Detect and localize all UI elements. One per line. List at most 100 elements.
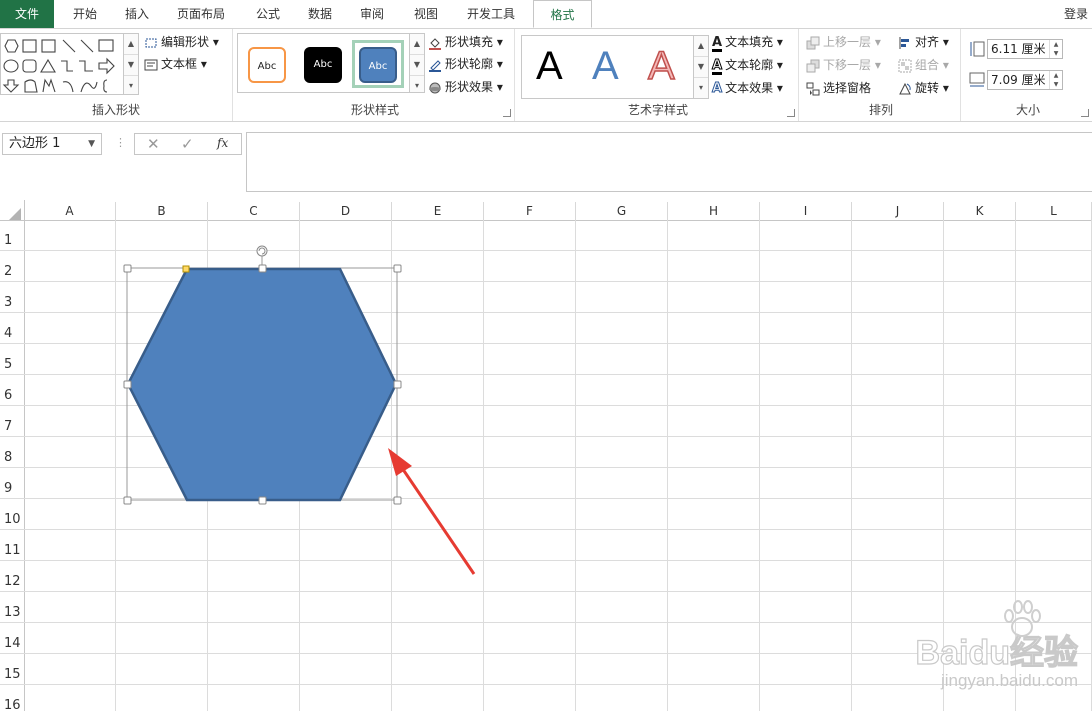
line-icon [62, 39, 76, 53]
text-box-button[interactable]: 文本框 ▾ [144, 55, 207, 73]
triangle-icon [40, 58, 56, 73]
shape-style-blue-fill[interactable]: Abc [359, 47, 397, 83]
tab-format[interactable]: 格式 [533, 0, 592, 28]
name-box[interactable]: 六边形 1 ▼ [2, 133, 102, 155]
group-button[interactable]: 组合 ▾ [898, 56, 949, 74]
vertical-textbox-icon [41, 39, 56, 53]
shape-height-icon [970, 41, 985, 57]
group-shape-styles: Abc Abc Abc ▲ ▼ ▾ 形状填充 ▾ 形状轮廓 ▾ 形状效果 ▾ 形状样… [236, 29, 515, 121]
right-arrow-icon [98, 57, 115, 75]
send-backward-button[interactable]: 下移一层 ▾ [806, 56, 881, 74]
text-effects-button[interactable]: A 文本效果 ▾ [711, 79, 782, 97]
rotate-label: 旋转 [915, 81, 940, 95]
group-icon [898, 59, 912, 72]
annotation-arrow [388, 448, 476, 575]
shape-fill-button[interactable]: 形状填充 ▾ [428, 33, 503, 51]
tab-formulas[interactable]: 公式 [244, 0, 292, 28]
text-outline-button[interactable]: A 文本轮廓 ▾ [711, 56, 783, 75]
shape-styles-gallery[interactable]: Abc Abc Abc ▲ ▼ ▾ [237, 33, 425, 93]
selection-pane-button[interactable]: 选择窗格 [806, 79, 871, 97]
insert-function-icon[interactable]: fx [217, 136, 228, 150]
group-label-arrange: 排列 [868, 103, 893, 117]
shape-height-input[interactable]: 6.11 厘米 ▲ ▼ [987, 39, 1063, 59]
paw-logo-icon [1003, 600, 1041, 637]
wordart-style-blue[interactable]: A [592, 42, 619, 90]
shape-outline-button[interactable]: 形状轮廓 ▾ [428, 55, 503, 73]
wordart-launcher[interactable] [787, 109, 795, 117]
shapes-gallery-scroll[interactable]: ▲ ▼ ▾ [123, 34, 138, 94]
align-icon [899, 36, 909, 49]
adjust-handle[interactable] [182, 265, 190, 273]
bring-forward-icon [806, 36, 820, 49]
arc-icon [62, 81, 74, 93]
group-arrange: 上移一层 ▾ 下移一层 ▾ 选择窗格 对齐 ▾ 组合 ▾ 旋转 ▾ 排列 [802, 29, 961, 121]
resize-handle-top-right [393, 264, 402, 273]
tab-developer[interactable]: 开发工具 [456, 0, 526, 28]
shape-width-input[interactable]: 7.09 厘米 ▲ ▼ [987, 70, 1063, 90]
resize-handle-right [393, 380, 402, 389]
shape-style-black-fill[interactable]: Abc [304, 47, 342, 83]
text-fill-button[interactable]: A 文本填充 ▾ [712, 33, 783, 52]
pen-icon [429, 59, 441, 72]
resize-handle-bottom-left [123, 496, 132, 505]
group-label-size: 大小 [1015, 103, 1040, 117]
shape-fill-label: 形状填充 [445, 35, 494, 49]
wordart-style-red-outline[interactable]: A [647, 42, 675, 90]
shapes-gallery[interactable]: ▲ ▼ ▾ [0, 33, 139, 95]
group-wordart-styles: A A A ▲ ▼ ▾ A 文本填充 ▾ A 文本轮廓 ▾ A 文本效果 ▾ 艺术字样式 [518, 29, 799, 121]
shape-height-spinner[interactable]: ▲ ▼ [1049, 40, 1062, 58]
align-label: 对齐 [915, 35, 940, 49]
tab-home[interactable]: 开始 [58, 0, 112, 28]
tab-review[interactable]: 审阅 [348, 0, 396, 28]
tab-file[interactable]: 文件 [0, 0, 54, 28]
rectangle-icon [98, 39, 114, 52]
group-insert-shapes: ▲ ▼ ▾ 编辑形状 ▾ 文本框 ▾ 插入形状 [0, 29, 233, 121]
edit-shape-icon [145, 38, 157, 47]
ribbon: ▲ ▼ ▾ 编辑形状 ▾ 文本框 ▾ 插入形状 Abc Abc Abc ▲ ▼ ▾ 形状… [0, 29, 1092, 122]
paint-bucket-icon [429, 37, 441, 50]
shape-styles-launcher[interactable] [503, 109, 511, 117]
oval-icon [3, 59, 19, 73]
shape-effects-label: 形状效果 [445, 80, 494, 94]
text-outline-label: 文本轮廓 [725, 58, 774, 72]
text-effects-label: 文本效果 [725, 81, 774, 95]
scribble-icon [42, 78, 56, 93]
shape-width-spinner[interactable]: ▲ ▼ [1049, 71, 1062, 89]
shape-styles-scroll[interactable]: ▲ ▼ ▾ [409, 34, 424, 92]
formula-input[interactable] [246, 132, 1092, 192]
worksheet-grid[interactable]: ABCDEFGHIJKL 1 2 3 4 5 6 7 8 9 10 11 12 13 14 15 16 [0, 200, 1092, 711]
name-box-dropdown-icon[interactable]: ▼ [88, 134, 95, 154]
edit-shape-button[interactable]: 编辑形状 ▾ [144, 33, 219, 51]
edit-shape-label: 编辑形状 [161, 35, 210, 49]
rotate-button[interactable]: 旋转 ▾ [898, 79, 949, 97]
wordart-gallery-scroll[interactable]: ▲ ▼ ▾ [693, 36, 708, 98]
tab-page-layout[interactable]: 页面布局 [168, 0, 234, 28]
tab-insert[interactable]: 插入 [112, 0, 162, 28]
rotation-handle-icon[interactable] [256, 245, 268, 257]
text-fill-icon: A [712, 35, 723, 52]
hexagon-shape[interactable] [126, 267, 398, 502]
resize-handle-top [258, 264, 267, 273]
shape-style-orange-outline[interactable]: Abc [248, 47, 286, 83]
shape-effects-button[interactable]: 形状效果 ▾ [428, 78, 503, 96]
shape-outline-label: 形状轮廓 [445, 57, 494, 71]
size-launcher[interactable] [1081, 109, 1089, 117]
align-button[interactable]: 对齐 ▾ [898, 33, 949, 51]
tab-view[interactable]: 视图 [400, 0, 452, 28]
hexagon-shape-icon [4, 39, 19, 53]
resize-handle-top-left [123, 264, 132, 273]
selection-pane-label: 选择窗格 [823, 81, 872, 95]
bring-forward-button[interactable]: 上移一层 ▾ [806, 33, 881, 51]
ribbon-tab-bar: 文件 开始 插入 页面布局 公式 数据 审阅 视图 开发工具 格式 登录 [0, 0, 1092, 29]
arrow-line-icon [80, 39, 94, 53]
login-link[interactable]: 登录 [1064, 0, 1088, 28]
enter-check-icon[interactable]: ✓ [181, 135, 194, 153]
wordart-style-black[interactable]: A [536, 42, 563, 90]
shape-height-value: 6.11 厘米 [991, 42, 1046, 56]
wordart-gallery[interactable]: A A A ▲ ▼ ▾ [521, 35, 709, 99]
tab-data[interactable]: 数据 [296, 0, 344, 28]
rounded-rect-icon [22, 59, 37, 73]
send-backward-label: 下移一层 [823, 58, 872, 72]
down-arrow-icon [2, 79, 20, 93]
cancel-icon[interactable]: ✕ [147, 135, 160, 153]
